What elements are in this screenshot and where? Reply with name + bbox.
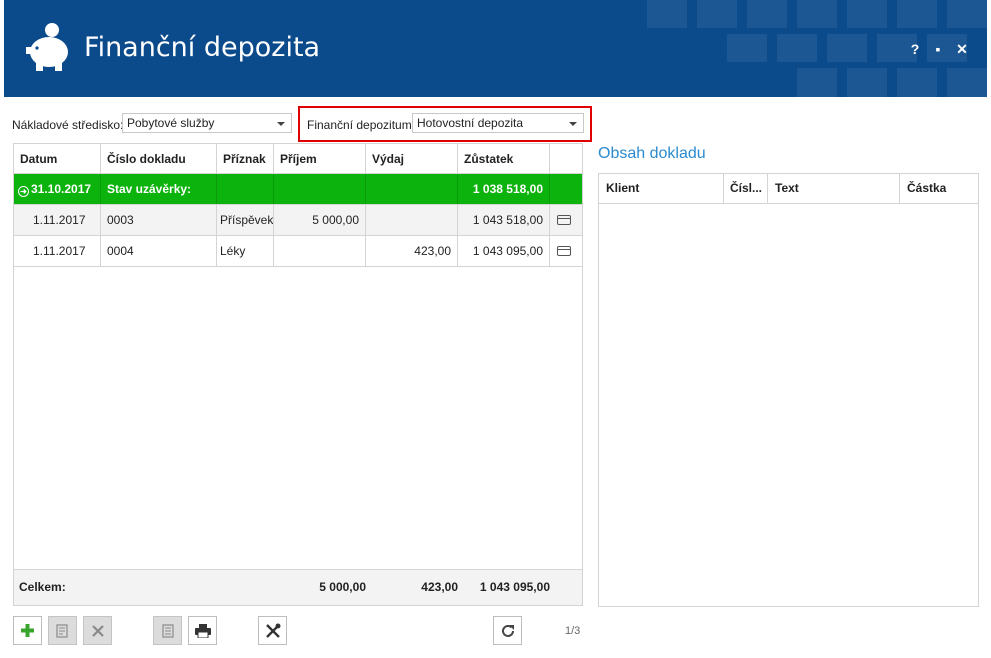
print-icon <box>194 623 211 638</box>
row-doc: 0003 <box>101 205 217 235</box>
help-button[interactable]: ? <box>906 40 924 58</box>
closing-balance: 1 038 518,00 <box>458 174 550 204</box>
card-icon[interactable] <box>557 246 571 256</box>
row-flag: Léky <box>217 236 274 266</box>
edit-button[interactable] <box>48 616 77 645</box>
add-icon <box>21 624 34 637</box>
deposit-table: Datum Číslo dokladu Příznak Příjem Výdaj… <box>13 143 583 606</box>
chevron-down-icon <box>569 122 577 126</box>
table-footer: Celkem: 5 000,00 423,00 1 043 095,00 <box>14 569 582 605</box>
row-balance: 1 043 095,00 <box>458 236 550 266</box>
card-icon[interactable] <box>557 215 571 225</box>
col-vydaj[interactable]: Výdaj <box>366 144 458 173</box>
col-castka[interactable]: Částka <box>900 174 978 203</box>
row-balance: 1 043 518,00 <box>458 205 550 235</box>
delete-button[interactable] <box>83 616 112 645</box>
col-klient[interactable]: Klient <box>599 174 724 203</box>
row-expense: 423,00 <box>366 236 458 266</box>
row-expense <box>366 205 458 235</box>
table-row[interactable]: 1.11.2017 0004 Léky 423,00 1 043 095,00 <box>14 236 582 267</box>
footer-balance: 1 043 095,00 <box>479 580 550 594</box>
deposit-label: Finanční depozitum: <box>307 118 416 132</box>
closing-date-cell: ➜ 31.10.2017 <box>14 174 101 204</box>
detail-table: Klient Čísl... Text Částka <box>598 173 979 607</box>
document-icon <box>161 623 174 638</box>
cost-center-select[interactable]: Pobytové služby <box>122 113 292 133</box>
row-date: 1.11.2017 <box>14 205 101 235</box>
maximize-button[interactable]: ▪ <box>929 40 947 58</box>
detail-title: Obsah dokladu <box>598 145 706 162</box>
piggy-bank-icon <box>26 23 68 71</box>
footer-income: 5 000,00 <box>319 580 366 594</box>
col-cislo-dokladu[interactable]: Číslo dokladu <box>101 144 217 173</box>
row-income <box>274 236 366 266</box>
row-doc: 0004 <box>101 236 217 266</box>
col-datum[interactable]: Datum <box>14 144 101 173</box>
window-header: Finanční depozita ? ▪ ✕ <box>4 0 987 97</box>
delete-icon <box>91 624 104 637</box>
closing-empty-1 <box>217 174 274 204</box>
pager-text: 1/3 <box>565 625 581 637</box>
cost-center-value: Pobytové služby <box>127 116 215 130</box>
chevron-down-icon <box>277 122 285 126</box>
refresh-button[interactable] <box>493 616 522 645</box>
closing-action <box>550 174 582 204</box>
closing-empty-2 <box>274 174 366 204</box>
deposit-value: Hotovostní depozita <box>417 116 524 130</box>
table-row[interactable]: 1.11.2017 0003 Příspěvek 5 000,00 1 043 … <box>14 205 582 236</box>
deposit-select[interactable]: Hotovostní depozita <box>412 113 584 133</box>
col-prijem[interactable]: Příjem <box>274 144 366 173</box>
col-text[interactable]: Text <box>768 174 900 203</box>
add-button[interactable] <box>13 616 42 645</box>
row-flag: Příspěvek <box>217 205 274 235</box>
col-priznak[interactable]: Příznak <box>217 144 274 173</box>
table-header: Datum Číslo dokladu Příznak Příjem Výdaj… <box>14 144 582 174</box>
window-title: Finanční depozita <box>84 32 321 63</box>
footer-label: Celkem: <box>19 580 66 594</box>
detail-header: Klient Čísl... Text Částka <box>599 174 978 204</box>
closing-empty-3 <box>366 174 458 204</box>
col-zustatek[interactable]: Zůstatek <box>458 144 550 173</box>
row-income: 5 000,00 <box>274 205 366 235</box>
row-date: 1.11.2017 <box>14 236 101 266</box>
closing-label: Stav uzávěrky: <box>101 174 217 204</box>
print-button[interactable] <box>188 616 217 645</box>
cost-center-label: Nákladové středisko: <box>12 118 124 132</box>
footer-expense: 423,00 <box>421 580 458 594</box>
col-actions <box>550 144 582 173</box>
close-button[interactable]: ✕ <box>953 40 971 58</box>
row-action[interactable] <box>550 236 582 266</box>
tools-button[interactable] <box>258 616 287 645</box>
closing-date: 31.10.2017 <box>31 182 92 196</box>
arrow-right-circle-icon: ➜ <box>18 186 29 197</box>
document-button[interactable] <box>153 616 182 645</box>
col-cislo[interactable]: Čísl... <box>724 174 768 203</box>
refresh-icon <box>501 624 514 637</box>
row-action[interactable] <box>550 205 582 235</box>
edit-icon <box>55 623 68 638</box>
closing-row[interactable]: ➜ 31.10.2017 Stav uzávěrky: 1 038 518,00 <box>14 174 582 205</box>
tools-icon <box>265 623 280 638</box>
